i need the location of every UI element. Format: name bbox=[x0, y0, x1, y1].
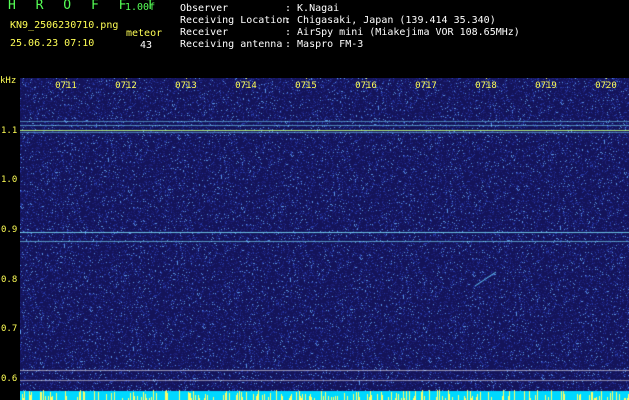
antenna-value: : Maspro FM-3 bbox=[285, 39, 364, 50]
meteor-count-label: meteor bbox=[126, 28, 163, 39]
location-key: Receiving Location bbox=[180, 15, 289, 26]
time-tick-label: 0715 bbox=[295, 81, 317, 91]
app-version: 1.00f bbox=[125, 2, 156, 13]
receiver-key: Receiver bbox=[180, 27, 229, 38]
time-tick-label: 0719 bbox=[535, 81, 557, 91]
time-tick-label: 0716 bbox=[355, 81, 377, 91]
y-tick-label: 0.8 bbox=[1, 275, 18, 285]
time-tick-label: 0713 bbox=[175, 81, 197, 91]
capture-datetime: 25.06.23 07:10 bbox=[10, 38, 95, 49]
y-tick-label: 1.0 bbox=[1, 175, 18, 185]
frequency-unit-label: kHz bbox=[0, 76, 17, 86]
time-tick-label: 0712 bbox=[115, 81, 137, 91]
antenna-key: Receiving antenna bbox=[180, 39, 283, 50]
receiver-value: : AirSpy mini (Miakejima VOR 108.65MHz) bbox=[285, 27, 520, 38]
location-value: : Chigasaki, Japan (139.414 35.340) bbox=[285, 15, 496, 26]
spectrogram-canvas bbox=[20, 78, 629, 400]
meteor-count-value: 43 bbox=[140, 40, 153, 51]
y-tick-label: 0.6 bbox=[1, 374, 18, 384]
y-tick-label: 0.9 bbox=[1, 225, 18, 235]
time-tick-label: 0720 bbox=[595, 81, 617, 91]
time-tick-label: 0718 bbox=[475, 81, 497, 91]
observer-key: Observer bbox=[180, 3, 229, 14]
time-tick-label: 0714 bbox=[235, 81, 257, 91]
file-name: KN9_2506230710.png bbox=[10, 20, 119, 31]
y-tick-label: 0.7 bbox=[1, 324, 18, 334]
hrofft-window: H R O F F T 1.00f KN9_2506230710.png met… bbox=[0, 0, 629, 400]
time-tick-label: 0717 bbox=[415, 81, 437, 91]
observer-value: : K.Nagai bbox=[285, 3, 340, 14]
y-tick-label: 1.1 bbox=[1, 126, 18, 136]
time-tick-label: 0711 bbox=[55, 81, 77, 91]
